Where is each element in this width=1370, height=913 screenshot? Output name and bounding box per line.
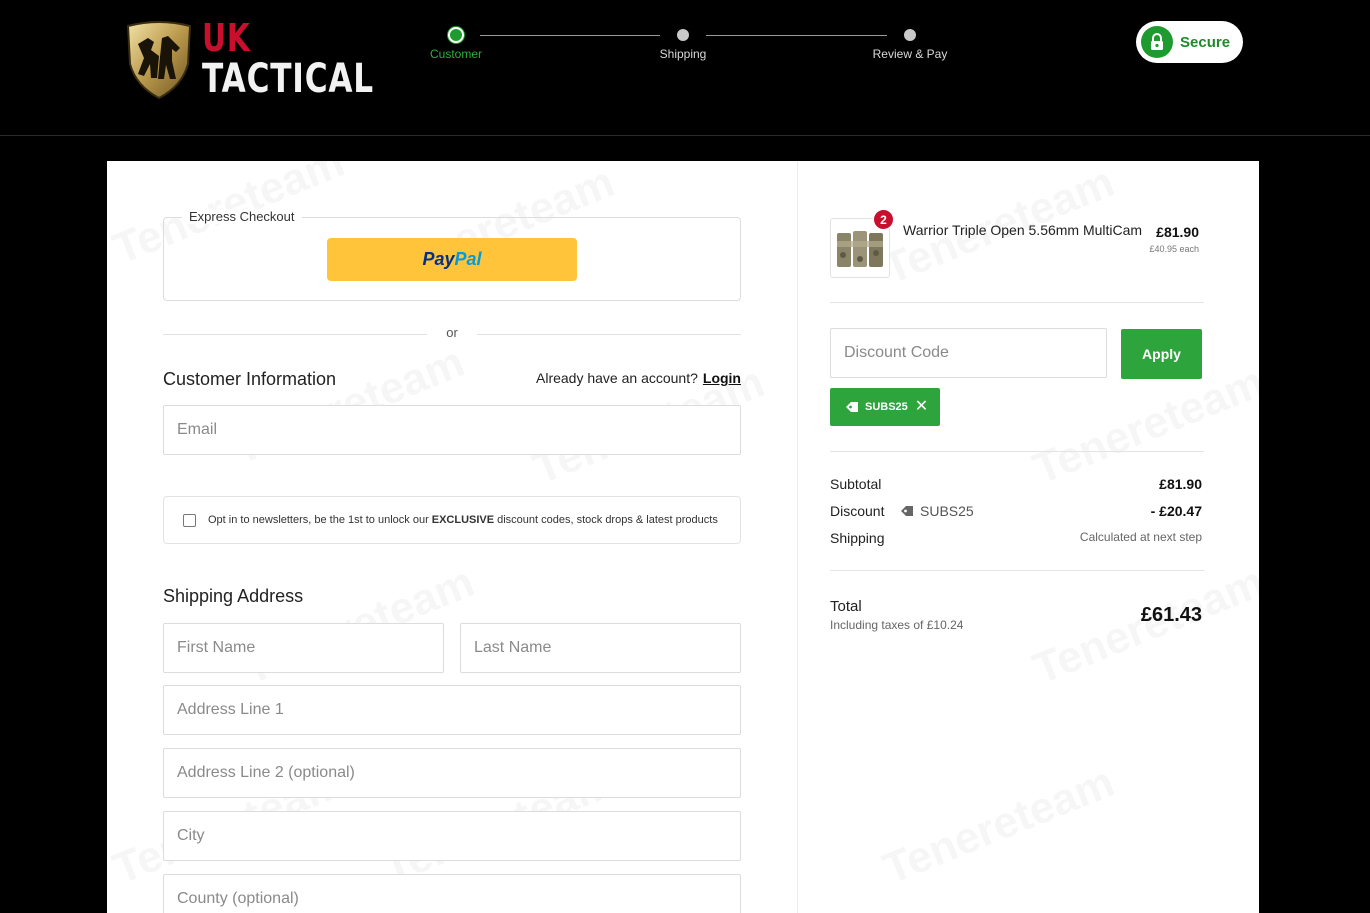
express-checkout-title: Express Checkout [182, 209, 302, 224]
login-link[interactable]: Login [703, 370, 741, 386]
discount-value: - £20.47 [1150, 503, 1202, 519]
checkout-card: Tenereteam Tenereteam Tenereteam Teneret… [107, 161, 1259, 913]
summary-divider [830, 302, 1204, 303]
logo-text-uk: UK [202, 16, 251, 60]
step-review-pay[interactable]: Review & Pay [855, 26, 965, 61]
shipping-label: Shipping [830, 530, 885, 546]
paypal-button[interactable]: Pay Pal [327, 238, 577, 281]
tag-icon [901, 506, 913, 516]
account-prompt: Already have an account? Login [536, 370, 741, 386]
paypal-logo-pal: Pal [454, 249, 482, 269]
step-customer[interactable]: Customer [401, 26, 511, 61]
step-label: Review & Pay [872, 47, 948, 61]
newsletter-text-pre: Opt in to newsletters, be the 1st to unl… [208, 514, 429, 526]
shipping-address-title: Shipping Address [163, 586, 304, 606]
item-quantity-badge: 2 [873, 209, 894, 230]
apply-discount-button[interactable]: Apply [1121, 329, 1202, 379]
step-label: Shipping [659, 47, 707, 61]
total-tax-note: Including taxes of £10.24 [830, 618, 964, 632]
discount-code-text: SUBS25 [920, 503, 974, 519]
secure-badge: Secure [1136, 21, 1243, 63]
lock-icon [1141, 26, 1173, 58]
watermark: Tenereteam [877, 757, 1122, 895]
item-unit-price: £40.95 each [1149, 244, 1199, 254]
customer-info-title: Customer Information [163, 369, 337, 389]
step-label: Customer [429, 47, 482, 61]
summary-divider [830, 570, 1204, 571]
subtotal-label: Subtotal [830, 476, 882, 492]
newsletter-text-post: discount codes, stock drops & latest pro… [497, 514, 718, 526]
total-label: Total [830, 598, 862, 615]
city-input[interactable] [163, 811, 741, 861]
secure-label: Secure [1180, 33, 1231, 51]
newsletter-text-bold: EXCLUSIVE [431, 514, 495, 526]
email-input[interactable] [163, 405, 741, 455]
paypal-logo-pay: Pay [422, 249, 455, 269]
item-name: Warrior Triple Open 5.56mm MultiCam [903, 222, 1143, 238]
total-value: £61.43 [1140, 604, 1202, 626]
subtotal-row: Subtotal £81.90 [830, 476, 1202, 494]
applied-discount-tag: SUBS25 ✕ [830, 388, 940, 426]
divider-line [477, 334, 741, 335]
or-label: or [446, 325, 458, 340]
last-name-input[interactable] [460, 623, 741, 673]
step-dot [677, 29, 689, 41]
item-price: £81.90 [1156, 224, 1199, 240]
step-dot [904, 29, 916, 41]
address-line1-input[interactable] [163, 685, 741, 735]
account-prompt-text: Already have an account? [536, 370, 698, 386]
step-shipping[interactable]: Shipping [628, 26, 738, 61]
newsletter-checkbox[interactable] [183, 513, 196, 527]
remove-discount-icon[interactable]: ✕ [915, 399, 928, 415]
discount-label: Discount [830, 503, 885, 519]
newsletter-optin[interactable]: Opt in to newsletters, be the 1st to unl… [163, 496, 741, 544]
shield-logo-icon [126, 21, 192, 100]
checkout-steps: Customer Shipping Review & Pay [420, 26, 960, 76]
subtotal-value: £81.90 [1159, 476, 1202, 492]
site-header: UK TACTICAL Customer Shipping Review & P… [0, 0, 1370, 136]
summary-divider [830, 451, 1204, 452]
logo-text-tactical: TACTICAL [202, 56, 374, 102]
step-dot-active [448, 27, 464, 43]
express-checkout-box: Express Checkout Pay Pal [163, 209, 741, 301]
tag-icon [846, 402, 858, 412]
discount-code-input[interactable] [830, 328, 1107, 378]
divider-line [163, 334, 427, 335]
or-divider: or [163, 325, 741, 345]
cart-item: 2 Warrior Triple Open 5.56mm MultiCam £8… [830, 209, 1204, 278]
discount-code-display: SUBS25 [900, 503, 974, 519]
shipping-row: Shipping Calculated at next step [830, 530, 1202, 548]
discount-row: Discount SUBS25 - £20.47 [830, 503, 1202, 521]
address-line2-input[interactable] [163, 748, 741, 798]
column-divider [797, 161, 798, 913]
applied-discount-code: SUBS25 [865, 401, 908, 413]
uk-tactical-logo[interactable]: UK TACTICAL [122, 16, 373, 102]
county-input[interactable] [163, 874, 741, 913]
shipping-value: Calculated at next step [1079, 530, 1202, 544]
first-name-input[interactable] [163, 623, 444, 673]
